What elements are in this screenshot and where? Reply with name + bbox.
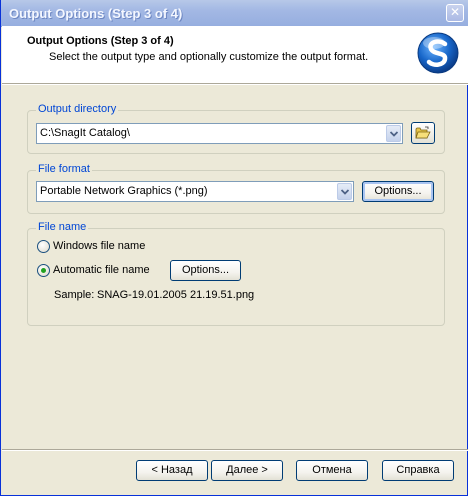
windows-file-name-radio[interactable] (37, 240, 50, 253)
snagit-logo-icon (417, 32, 459, 74)
file-name-label: File name (36, 221, 89, 233)
chevron-down-icon (390, 131, 398, 137)
window-title: Output Options (Step 3 of 4) (9, 6, 183, 21)
wizard-header: Output Options (Step 3 of 4) Select the … (2, 26, 468, 84)
automatic-file-name-label[interactable]: Automatic file name (53, 264, 150, 276)
footer-separator (2, 449, 468, 451)
sample-label: Sample: (54, 289, 95, 301)
file-name-options-button[interactable]: Options... (170, 260, 241, 281)
browse-folder-button[interactable] (411, 122, 435, 144)
output-directory-value: C:\SnagIt Catalog\ (40, 127, 130, 139)
next-button[interactable]: Далее > (211, 460, 283, 481)
page-title: Output Options (Step 3 of 4) (27, 35, 174, 47)
file-format-label: File format (36, 163, 92, 175)
file-format-options-button[interactable]: Options... (362, 181, 434, 202)
file-format-value: Portable Network Graphics (*.png) (40, 185, 208, 197)
output-directory-dropdown-button[interactable] (386, 125, 401, 142)
file-name-group: File name Windows file name Automatic fi… (27, 221, 445, 326)
help-button[interactable]: Справка (382, 460, 454, 481)
chevron-down-icon (341, 189, 349, 195)
output-directory-group: Output directory C:\SnagIt Catalog\ (27, 103, 445, 154)
file-format-combobox[interactable]: Portable Network Graphics (*.png) (36, 181, 354, 202)
output-directory-combobox[interactable]: C:\SnagIt Catalog\ (36, 123, 403, 144)
automatic-file-name-radio[interactable] (37, 264, 50, 277)
cancel-button[interactable]: Отмена (296, 460, 368, 481)
windows-file-name-label[interactable]: Windows file name (53, 240, 145, 252)
close-button[interactable]: ✕ (446, 4, 464, 22)
file-format-dropdown-button[interactable] (337, 183, 352, 200)
sample-value: SNAG-19.01.2005 21.19.51.png (97, 289, 255, 301)
folder-open-icon (415, 126, 431, 139)
file-format-group: File format Portable Network Graphics (*… (27, 163, 445, 214)
wizard-window: Output Options (Step 3 of 4) ✕ Output Op… (0, 0, 468, 496)
title-bar[interactable]: Output Options (Step 3 of 4) ✕ (1, 0, 468, 27)
back-button[interactable]: < Назад (136, 460, 208, 481)
output-directory-label: Output directory (36, 103, 119, 115)
close-icon: ✕ (449, 5, 461, 19)
page-subtitle: Select the output type and optionally cu… (49, 51, 369, 63)
